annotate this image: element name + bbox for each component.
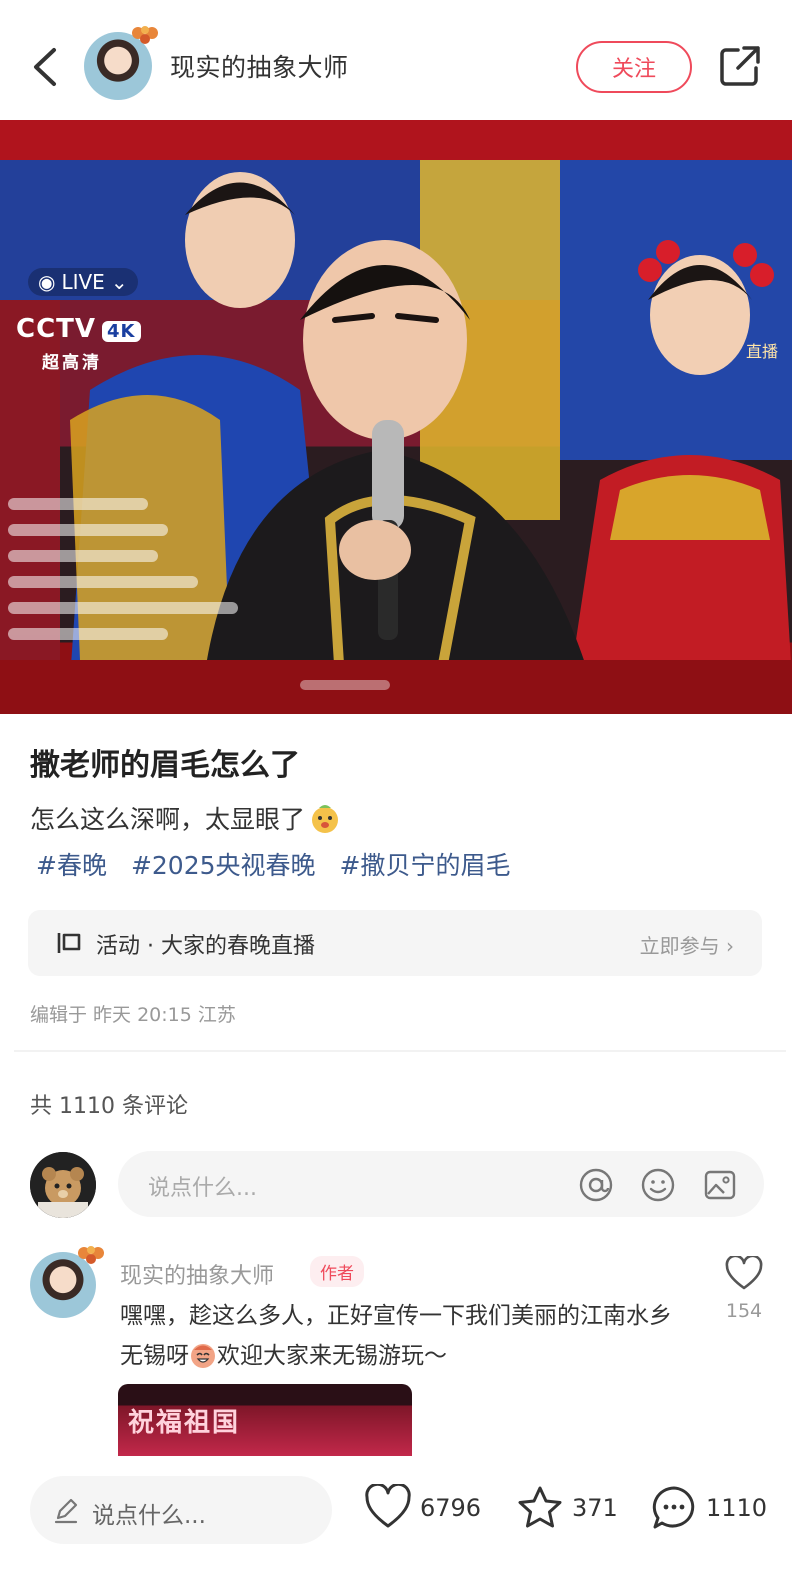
image-icon[interactable] [702,1167,738,1203]
comment-button[interactable]: 1110 [650,1484,767,1532]
live-dot-icon: ◉ [38,270,56,294]
follow-button[interactable]: 关注 [576,41,692,93]
bottom-action-bar: 说点什么... 6796 371 1110 [0,1456,800,1584]
comment-image-text: 祝福祖国 [128,1408,241,1438]
hashtag-sa-beining-eyebrows[interactable]: #撒贝宁的眉毛 [340,846,511,882]
hashtag-chunwan[interactable]: #春晚 [36,846,107,882]
author-badge: 作者 [310,1256,364,1287]
top-bar: 现实的抽象大师 关注 [0,0,800,120]
bow-icon [78,1246,104,1264]
like-count: 6796 [420,1494,482,1522]
post-text-content: 怎么这么深啊，太显眼了 [30,805,306,834]
comment-text: 嘿嘿，趁这么多人，正好宣传一下我们美丽的江南水乡无锡呀 欢迎大家来无锡游玩～ [120,1296,680,1376]
comment-count-bottom: 1110 [706,1494,768,1522]
post-title: 撒老师的眉毛怎么了 [30,748,300,783]
chevron-down-icon: ⌄ [110,270,128,294]
favorite-count: 371 [572,1494,618,1522]
comment-image[interactable]: 祝福祖国 [118,1384,412,1456]
channel-logo: CCTV 4K [16,314,141,344]
video-player[interactable]: ◉ LIVE ⌄ CCTV 4K 超高清 直播 [0,120,792,714]
activity-join-link[interactable]: 立即参与 › [640,930,734,959]
comment-like-count: 154 [725,1300,763,1322]
back-arrow-icon[interactable] [26,40,66,94]
edit-info: 编辑于 昨天 20:15 江苏 [30,1004,236,1026]
laughing-face-emoji-icon [191,1344,215,1368]
comment-bubble-icon [652,1486,695,1529]
hashtag-list: #春晚 #2025央视春晚 #撒贝宁的眉毛 [36,846,510,882]
like-button[interactable]: 6796 [364,1484,481,1532]
heart-outline-icon[interactable] [724,1256,764,1292]
bottom-input-placeholder: 说点什么... [92,1503,206,1529]
post-text: 怎么这么深啊，太显眼了 [30,800,341,836]
comment-input-placeholder: 说点什么... [148,1176,257,1201]
pen-icon [54,1498,78,1524]
favorite-button[interactable]: 371 [516,1484,618,1532]
comment-count: 共 1110 条评论 [30,1094,188,1119]
video-frame-illustration [0,120,792,714]
author-avatar[interactable] [84,26,158,100]
comment-author-name[interactable]: 现实的抽象大师 [120,1258,274,1290]
heart-icon [365,1484,411,1528]
comment-text-part-2: 欢迎大家来无锡游玩～ [217,1343,447,1369]
my-avatar [30,1152,96,1218]
star-icon [518,1486,562,1528]
channel-logo-text: CCTV [16,314,97,344]
hashtag-2025-cctv-chunwan[interactable]: #2025央视春晚 [131,846,316,882]
comment-input[interactable]: 说点什么... [118,1151,764,1217]
bottom-comment-input[interactable]: 说点什么... [30,1476,332,1544]
activity-banner[interactable]: 活动 · 大家的春晚直播 立即参与 › [28,910,762,976]
divider [14,1050,786,1052]
author-name[interactable]: 现实的抽象大师 [170,48,349,84]
live-indicator: ◉ LIVE ⌄ [28,268,138,296]
bow-icon [132,26,158,44]
share-icon[interactable] [718,44,762,88]
bear-avatar-icon [30,1152,96,1218]
activity-flag-icon [57,933,81,953]
channel-subtitle: 超高清 [42,353,102,373]
activity-label: 活动 · 大家的春晚直播 [96,934,315,959]
live-badge: 直播 [746,342,779,361]
emoji-icon[interactable] [640,1167,676,1203]
comment-author-avatar[interactable] [30,1246,104,1318]
quality-badge: 4K [102,321,141,342]
mention-icon[interactable] [578,1167,614,1203]
live-label: LIVE [61,270,105,294]
embarrassed-face-emoji-icon [312,805,339,833]
